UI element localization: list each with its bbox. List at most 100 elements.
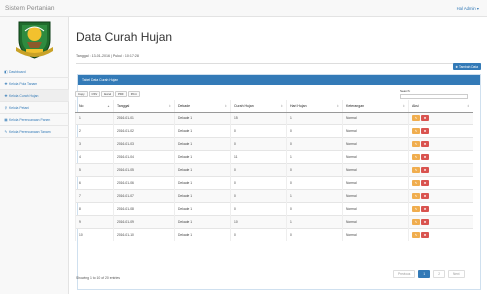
table-row: 5 2016-01-05 Dekade 1 0 0 Normal ✎ ✖: [75, 163, 473, 177]
cell-no: 5: [75, 163, 114, 177]
cell-no: 6: [75, 175, 114, 190]
date-time-line: Tanggal : 13-01-2016 | Pukul : 10:17:28: [76, 54, 139, 58]
table-row: 10 2016-01-10 Dekade 1 0 0 Normal ✎ ✖: [75, 227, 473, 241]
delete-icon[interactable]: ✖: [421, 128, 429, 135]
user-menu[interactable]: Hal Admin ▾: [457, 6, 479, 11]
edit-icon[interactable]: ✎: [412, 218, 420, 225]
cell-tanggal: 2016-01-04: [113, 150, 175, 164]
cell-curah-hujan: 0: [230, 137, 287, 151]
column-header-curah-hujan[interactable]: Curah Hujan ⇕: [230, 100, 287, 113]
cell-curah-hujan: 0: [230, 188, 287, 203]
table-row: 7 2016-01-07 Dekade 1 0 1 Normal ✎ ✖: [75, 188, 473, 203]
sort-icon: ⇕: [336, 104, 339, 108]
column-header-label: Keterangan: [346, 103, 365, 108]
cell-aksi: ✎ ✖: [408, 227, 473, 241]
delete-icon[interactable]: ✖: [421, 218, 429, 225]
table-row: 4 2016-01-04 Dekade 1 11 1 Normal ✎ ✖: [75, 150, 473, 164]
delete-icon[interactable]: ✖: [421, 192, 429, 199]
cell-aksi: ✎ ✖: [408, 214, 473, 229]
cell-tanggal: 2016-01-07: [113, 188, 175, 203]
add-data-button[interactable]: ✚ Tambah Data: [452, 63, 481, 70]
cell-aksi: ✎ ✖: [408, 163, 473, 177]
sidebar-item-curah-hujan[interactable]: ✚ Kelola Curah Hujan: [0, 90, 69, 102]
sort-icon: ⇕: [168, 104, 171, 108]
cell-keterangan: Normal: [342, 163, 409, 177]
cell-dekade: Dekade 1: [174, 214, 231, 229]
pagination-page-2[interactable]: 2: [433, 270, 445, 278]
user-name: Hal Admin: [456, 6, 476, 11]
search-input[interactable]: [400, 93, 468, 99]
cell-hari-hujan: 0: [286, 201, 343, 216]
cell-tanggal: 2016-01-10: [113, 227, 175, 241]
cell-curah-hujan: 0: [230, 227, 287, 241]
delete-icon[interactable]: ✖: [421, 115, 429, 122]
pagination-page-1[interactable]: 1: [418, 270, 431, 278]
delete-icon[interactable]: ✖: [421, 141, 429, 148]
cell-dekade: Dekade 1: [174, 175, 231, 190]
sidebar-item-pola-tanam[interactable]: ✚ Kelola Pola Tanam: [0, 78, 69, 90]
csv-button[interactable]: CSV: [88, 91, 101, 97]
pagination-next[interactable]: Next: [447, 270, 465, 278]
sidebar: ◧ Dashboard ✚ Kelola Pola Tanam ✚ Kelola…: [0, 17, 69, 294]
table-search: Search:: [400, 89, 468, 99]
edit-icon[interactable]: ✎: [412, 167, 420, 173]
pagination: Previous 1 2 Next: [390, 270, 465, 278]
cell-keterangan: Normal: [342, 111, 409, 125]
cell-tanggal: 2016-01-08: [113, 201, 175, 216]
cell-no: 7: [75, 188, 114, 203]
print-button[interactable]: Print: [127, 91, 140, 97]
edit-icon[interactable]: ✎: [412, 192, 420, 199]
cell-keterangan: Normal: [342, 227, 409, 241]
column-header-tanggal[interactable]: Tanggal ⇕: [113, 100, 175, 113]
cell-tanggal: 2016-01-01: [113, 111, 175, 125]
edit-icon[interactable]: ✎: [412, 205, 420, 212]
cell-no: 8: [75, 201, 114, 216]
column-header-keterangan[interactable]: Keterangan ⇕: [342, 100, 409, 113]
cell-hari-hujan: 0: [286, 137, 343, 151]
brand-title[interactable]: Sistem Pertanian: [5, 5, 55, 12]
delete-icon[interactable]: ✖: [421, 179, 429, 186]
sidebar-item-perencanaan-tanam[interactable]: ✎ Kelola Perencanaan Tanam: [0, 126, 69, 138]
cell-no: 10: [75, 227, 114, 241]
column-header-aksi[interactable]: Aksi ⇕: [408, 100, 473, 113]
cell-no: 9: [75, 214, 114, 229]
edit-icon[interactable]: ✎: [412, 179, 420, 186]
edit-icon[interactable]: ✎: [412, 115, 420, 122]
table-row: 2 2016-01-02 Dekade 1 0 0 Normal ✎ ✖: [75, 124, 473, 138]
pdf-button[interactable]: PDF: [115, 91, 127, 97]
edit-icon[interactable]: ✎: [412, 154, 420, 161]
delete-icon[interactable]: ✖: [421, 154, 429, 161]
delete-icon[interactable]: ✖: [421, 231, 429, 238]
cell-curah-hujan: 0: [230, 124, 287, 138]
sidebar-item-dashboard[interactable]: ◧ Dashboard: [0, 66, 69, 78]
pagination-previous[interactable]: Previous: [393, 270, 416, 278]
cell-keterangan: Normal: [342, 137, 409, 151]
cell-keterangan: Normal: [342, 175, 409, 190]
edit-icon[interactable]: ✎: [412, 128, 420, 135]
table-header-row: No ▲ Tanggal ⇕ Dekade ⇕ Curah Hujan ⇕ Hari H…: [75, 100, 473, 113]
cell-aksi: ✎ ✖: [408, 175, 473, 190]
edit-icon[interactable]: ✎: [412, 141, 420, 148]
divider: [76, 63, 481, 64]
cell-hari-hujan: 0: [286, 227, 343, 241]
page-title: Data Curah Hujan: [76, 30, 173, 44]
cell-hari-hujan: 1: [286, 150, 343, 164]
cell-dekade: Dekade 1: [174, 150, 231, 164]
sidebar-menu: ◧ Dashboard ✚ Kelola Pola Tanam ✚ Kelola…: [0, 66, 69, 138]
delete-icon[interactable]: ✖: [421, 205, 429, 212]
column-header-hari-hujan[interactable]: Hari Hujan ⇕: [286, 100, 343, 113]
sidebar-item-perencanaan-panen[interactable]: ▦ Kelola Perencanaan Panen: [0, 114, 69, 126]
sidebar-item-petani[interactable]: ⚲ Kelola Petani: [0, 102, 69, 114]
edit-icon[interactable]: ✎: [412, 231, 420, 238]
copy-button[interactable]: Copy: [75, 91, 88, 97]
column-header-label: Aksi: [412, 103, 419, 108]
sidebar-item-label: Dashboard: [9, 69, 26, 74]
column-header-no[interactable]: No ▲: [75, 100, 114, 113]
excel-button[interactable]: Excel: [101, 91, 115, 97]
cell-curah-hujan: 0: [230, 175, 287, 190]
cell-hari-hujan: 0: [286, 175, 343, 190]
delete-icon[interactable]: ✖: [421, 167, 429, 173]
cell-keterangan: Normal: [342, 150, 409, 164]
column-header-dekade[interactable]: Dekade ⇕: [174, 100, 231, 113]
table-row: 6 2016-01-06 Dekade 1 0 0 Normal ✎ ✖: [75, 175, 473, 190]
